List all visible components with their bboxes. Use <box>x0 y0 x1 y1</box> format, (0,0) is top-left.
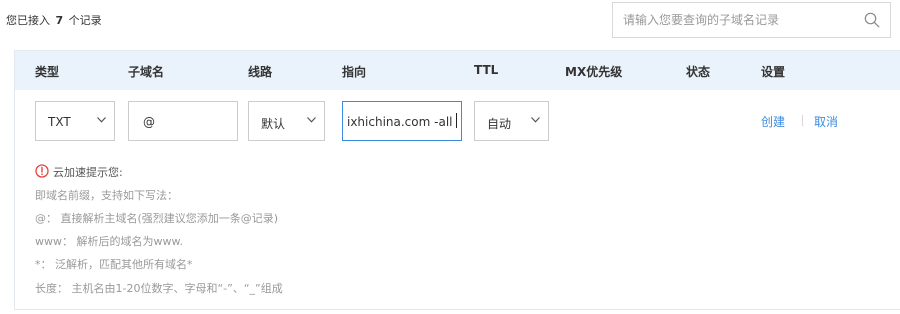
table-header: 类型 子域名 线路 指向 TTL MX优先级 状态 设置 <box>15 51 900 90</box>
exclamation-circle-icon <box>35 164 49 178</box>
chevron-down-icon <box>531 117 540 123</box>
tip-line: @： 直接解析主域名(强烈建议您添加一条@记录) <box>35 212 279 225</box>
column-header-line: 线路 <box>248 65 273 79</box>
target-value: ixhichina.com -all <box>347 115 453 129</box>
ttl-value: 自动 <box>487 117 512 131</box>
column-header-mx-priority: MX优先级 <box>565 65 623 79</box>
search-input[interactable] <box>613 3 863 37</box>
chevron-down-icon <box>97 117 106 123</box>
ttl-select[interactable]: 自动 <box>474 101 549 141</box>
tip-line: www： 解析后的域名为www. <box>35 235 183 248</box>
record-type-select[interactable]: TXT <box>35 101 115 141</box>
tips-title: 云加速提示您: <box>35 163 335 179</box>
line-select[interactable]: 默认 <box>248 101 325 141</box>
text-cursor <box>456 113 457 128</box>
record-count-suffix: 个记录 <box>68 14 102 27</box>
record-panel: 类型 子域名 线路 指向 TTL MX优先级 状态 设置 TXT @ 默认 ix… <box>14 50 900 310</box>
target-input[interactable]: ixhichina.com -all <box>342 101 462 141</box>
tip-line: 即域名前缀，支持如下写法： <box>35 189 178 202</box>
record-type-value: TXT <box>48 115 71 129</box>
subdomain-value: @ <box>143 115 155 129</box>
search-box <box>612 2 891 38</box>
tips-title-text: 云加速提示您: <box>53 166 123 179</box>
top-bar: 您已接入 7 个记录 <box>0 0 900 50</box>
record-count-number: 7 <box>55 14 64 27</box>
tip-line: *： 泛解析，匹配其他所有域名* <box>35 258 193 271</box>
action-divider <box>802 115 803 126</box>
record-count-prefix: 您已接入 <box>6 14 50 27</box>
new-record-row: TXT @ 默认 ixhichina.com -all 自动 创建 取消 <box>15 90 900 160</box>
column-header-subdomain: 子域名 <box>128 65 165 79</box>
column-header-ttl: TTL <box>474 63 499 77</box>
line-value: 默认 <box>261 117 286 131</box>
record-count-text: 您已接入 7 个记录 <box>6 12 102 28</box>
subdomain-input[interactable]: @ <box>128 101 238 141</box>
column-header-type: 类型 <box>35 65 60 79</box>
column-header-settings: 设置 <box>761 65 786 79</box>
tip-line: 长度： 主机名由1-20位数字、字母和“-”、“_”组成 <box>35 282 283 295</box>
cancel-button[interactable]: 取消 <box>814 113 838 130</box>
chevron-down-icon <box>307 117 316 123</box>
column-header-target: 指向 <box>342 65 367 79</box>
column-header-status: 状态 <box>686 65 711 79</box>
create-button[interactable]: 创建 <box>761 113 785 130</box>
search-icon[interactable] <box>864 12 880 28</box>
